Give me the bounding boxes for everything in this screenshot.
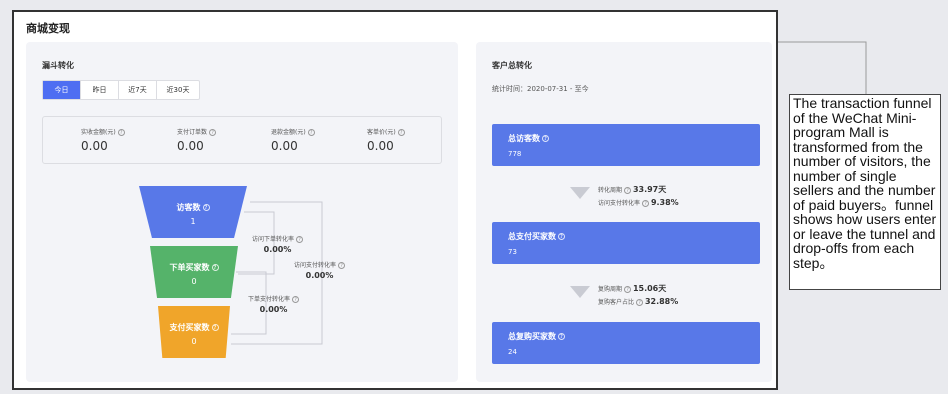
conv-value: 33.97天 [632, 185, 667, 194]
metric-paid-orders: 支付订单数? 0.00 [177, 127, 257, 153]
card-label: 总支付买家数 [508, 232, 556, 241]
rate-label: 访问支付转化率 [294, 262, 337, 269]
customer-conversion-panel: 客户总转化 统计时间：2020-07-31 - 至今 总访客数? 778 转化周… [476, 42, 772, 382]
metric-value: 0.00 [81, 139, 108, 153]
metric-value: 0.00 [367, 139, 394, 153]
rate-value: 0.00% [259, 305, 288, 314]
metric-label: 实收金额(元) [81, 129, 116, 136]
conv-label: 访问支付转化率 [598, 200, 641, 207]
metric-value: 0.00 [177, 139, 204, 153]
metric-refund-amount: 退款金额(元)? 0.00 [271, 127, 351, 153]
mall-monetization-card: 商城变现 漏斗转化 今日 昨日 近7天 近30天 实收金额(元)? 0.00 支… [12, 10, 778, 390]
funnel-step-label: 访客数 [176, 203, 201, 212]
help-icon[interactable]: ? [292, 296, 300, 303]
help-icon[interactable]: ? [211, 264, 219, 271]
card-label: 总访客数 [508, 134, 540, 143]
help-icon[interactable]: ? [636, 299, 644, 306]
help-icon[interactable]: ? [307, 129, 315, 136]
help-icon[interactable]: ? [397, 129, 405, 136]
metrics-box: 实收金额(元)? 0.00 支付订单数? 0.00 退款金额(元)? 0.00 … [42, 116, 442, 164]
help-icon[interactable]: ? [211, 324, 219, 331]
page-title: 商城变现 [26, 22, 70, 35]
conv-value: 9.38% [650, 198, 679, 207]
funnel-step-label: 下单买家数 [169, 263, 210, 272]
help-icon[interactable]: ? [338, 262, 346, 269]
help-icon[interactable]: ? [117, 129, 125, 136]
funnel-panel: 漏斗转化 今日 昨日 近7天 近30天 实收金额(元)? 0.00 支付订单数?… [26, 42, 458, 382]
rate-visit-to-pay: 访问支付转化率? 0.00% [294, 260, 346, 280]
metric-label: 客单价(元) [367, 129, 396, 136]
customer-panel-title: 客户总转化 [492, 61, 532, 70]
help-icon[interactable]: ? [558, 233, 565, 240]
rate-order-to-pay: 下单支付转化率? 0.00% [248, 294, 300, 314]
metric-value: 0.00 [271, 139, 298, 153]
help-icon[interactable]: ? [209, 129, 217, 136]
metric-label: 支付订单数 [177, 129, 208, 136]
card-label: 总复购买家数 [508, 332, 556, 341]
funnel-step-value: 0 [191, 337, 197, 346]
triangle-down-icon [570, 187, 590, 199]
rate-label: 下单支付转化率 [248, 296, 291, 303]
tab-yesterday[interactable]: 昨日 [81, 81, 119, 99]
funnel-step-value: 0 [191, 277, 197, 286]
help-icon[interactable]: ? [642, 200, 650, 207]
help-icon[interactable]: ? [558, 333, 565, 340]
card-value: 24 [508, 348, 517, 356]
annotation-note: The transaction funnel of the WeChat Min… [789, 94, 941, 290]
funnel-step-order-buyers: 下单买家数? 0 [150, 246, 238, 298]
conv-value: 15.06天 [632, 284, 667, 293]
help-icon[interactable]: ? [624, 286, 632, 293]
card-value: 73 [508, 248, 517, 256]
conv-label: 转化周期 [598, 187, 623, 194]
rate-value: 0.00% [305, 271, 334, 280]
funnel-panel-title: 漏斗转化 [42, 61, 74, 70]
funnel-step-value: 1 [190, 217, 196, 226]
metric-avg-order-price: 客单价(元)? 0.00 [367, 127, 447, 153]
rate-label: 访问下单转化率 [252, 236, 295, 243]
funnel-step-paying-buyers: 支付买家数? 0 [158, 306, 230, 358]
rate-value: 0.00% [263, 245, 292, 254]
stat-time: 统计时间：2020-07-31 - 至今 [492, 85, 589, 93]
card-total-repurchase-buyers: 总复购买家数? 24 [492, 322, 760, 364]
help-icon[interactable]: ? [202, 204, 210, 211]
conv-value: 32.88% [644, 297, 679, 306]
card-total-paying-buyers: 总支付买家数? 73 [492, 222, 760, 264]
metric-label: 退款金额(元) [271, 129, 306, 136]
help-icon[interactable]: ? [624, 187, 632, 194]
tab-today[interactable]: 今日 [43, 81, 81, 99]
funnel-step-visitors: 访客数? 1 [139, 186, 247, 238]
triangle-down-icon [570, 286, 590, 298]
help-icon[interactable]: ? [296, 236, 304, 243]
conv-label: 复购客户占比 [598, 299, 635, 306]
tab-last-30-days[interactable]: 近30天 [157, 81, 199, 99]
conv-label: 复购周期 [598, 286, 623, 293]
date-range-tabs: 今日 昨日 近7天 近30天 [42, 80, 200, 100]
help-icon[interactable]: ? [542, 135, 549, 142]
card-value: 778 [508, 150, 522, 158]
tab-last-7-days[interactable]: 近7天 [119, 81, 157, 99]
funnel-step-label: 支付买家数 [169, 323, 210, 332]
rate-visit-to-order: 访问下单转化率? 0.00% [252, 234, 304, 254]
card-total-visitors: 总访客数? 778 [492, 124, 760, 166]
metric-received-amount: 实收金额(元)? 0.00 [81, 127, 161, 153]
